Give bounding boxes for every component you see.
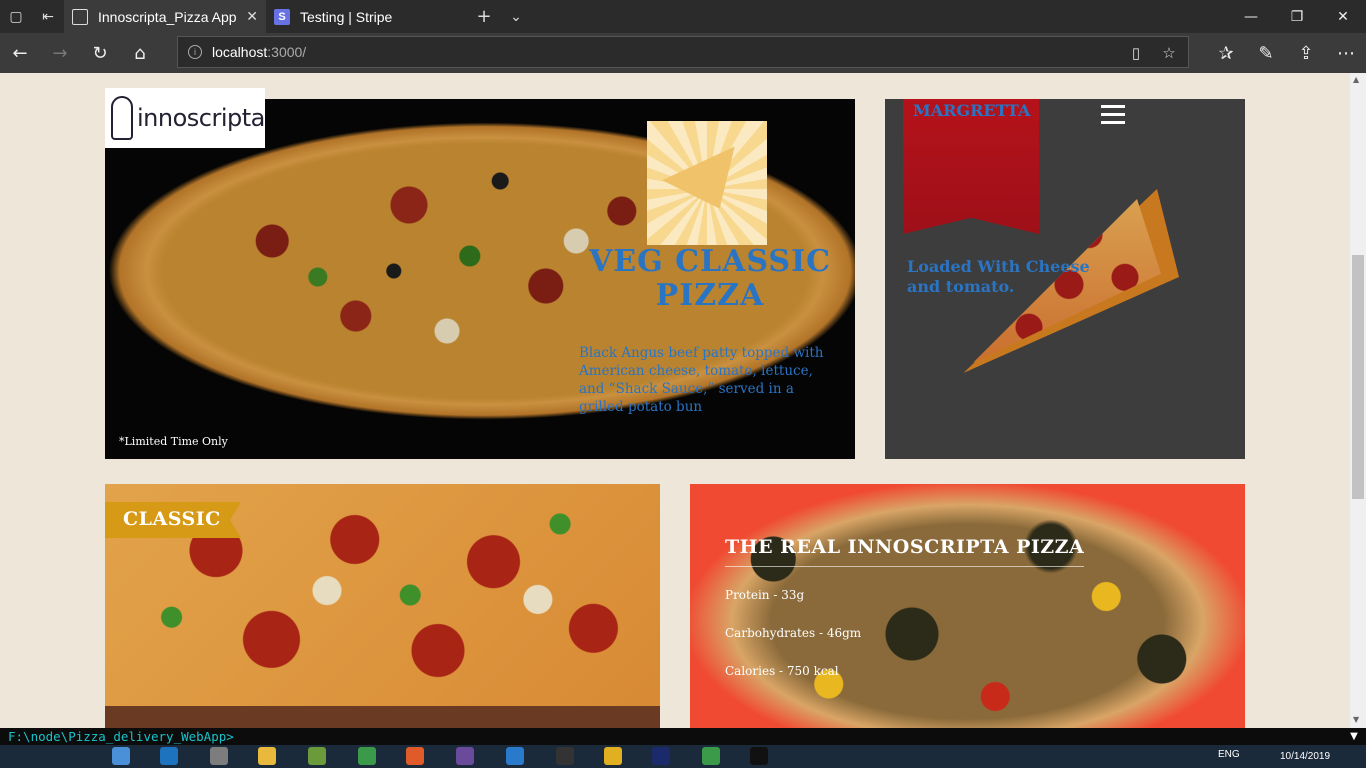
veg-classic-title: VEG CLASSIC PIZZA bbox=[588, 244, 832, 313]
postman-icon[interactable] bbox=[406, 747, 424, 765]
new-tab-icon[interactable]: + bbox=[468, 0, 500, 33]
photoshop-icon[interactable] bbox=[652, 747, 670, 765]
windows-start-icon[interactable] bbox=[112, 747, 130, 765]
pen-icon[interactable]: ✎ bbox=[1246, 33, 1286, 73]
tab-title: Testing | Stripe bbox=[300, 8, 393, 25]
language-indicator[interactable]: ENG bbox=[1218, 749, 1240, 760]
more-icon[interactable]: ⋯ bbox=[1326, 33, 1366, 73]
tab-manager-icon[interactable]: ▢ bbox=[0, 0, 32, 33]
reading-view-icon[interactable]: ▯ bbox=[1126, 43, 1146, 63]
real-pizza-image bbox=[690, 484, 1245, 728]
scroll-down-icon[interactable]: ▼ bbox=[1353, 715, 1359, 724]
bulb-icon bbox=[111, 96, 133, 140]
favorite-star-icon[interactable]: ☆ bbox=[1159, 43, 1179, 63]
terminal-icon[interactable] bbox=[750, 747, 768, 765]
calories-info: Calories - 750 kcal bbox=[725, 664, 839, 678]
page-content: VEG CLASSIC PIZZA Black Angus beef patty… bbox=[0, 73, 1350, 728]
tab-stripe[interactable]: S Testing | Stripe bbox=[266, 0, 466, 33]
logo-text: innoscripta bbox=[137, 104, 265, 132]
scroll-thumb[interactable] bbox=[1352, 255, 1364, 499]
innoscripta-logo[interactable]: innoscripta bbox=[105, 88, 265, 148]
address-bar[interactable]: i localhost:3000/ ▯ ☆ bbox=[177, 36, 1189, 68]
real-pizza-title: THE REAL INNOSCRIPTA PIZZA bbox=[725, 536, 1085, 567]
limited-time-note: *Limited Time Only bbox=[119, 435, 228, 448]
set-aside-tabs-icon[interactable]: ⇤ bbox=[32, 0, 64, 33]
veg-classic-description: Black Angus beef patty topped with Ameri… bbox=[579, 345, 824, 415]
stripe-icon: S bbox=[274, 8, 290, 25]
refresh-icon[interactable]: ↻ bbox=[80, 33, 120, 73]
pizza-slice-thumbnail bbox=[647, 121, 767, 245]
terminal-scroll-icon[interactable]: ▼ bbox=[1342, 728, 1366, 745]
site-info-icon[interactable]: i bbox=[188, 45, 202, 59]
share-icon[interactable]: ⇪ bbox=[1286, 33, 1326, 73]
minimize-icon[interactable]: — bbox=[1228, 0, 1274, 33]
app-icon[interactable] bbox=[210, 747, 228, 765]
protein-info: Protein - 33g bbox=[725, 588, 805, 602]
windows-taskbar: ENG 10/14/2019 bbox=[0, 745, 1366, 768]
url-path: :3000/ bbox=[267, 44, 307, 60]
app-icon[interactable] bbox=[556, 747, 574, 765]
real-innoscripta-card[interactable]: THE REAL INNOSCRIPTA PIZZA Protein - 33g… bbox=[690, 484, 1245, 728]
veg-classic-card[interactable]: VEG CLASSIC PIZZA Black Angus beef patty… bbox=[105, 99, 855, 459]
classic-card[interactable]: CLASSIC bbox=[105, 484, 660, 728]
url-host: localhost bbox=[212, 44, 268, 60]
restore-icon[interactable]: ❐ bbox=[1274, 0, 1320, 33]
browser-tab-bar: ▢ ⇤ Innoscripta_Pizza App ✕ S Testing | … bbox=[0, 0, 1366, 33]
tab-innoscripta[interactable]: Innoscripta_Pizza App ✕ bbox=[64, 0, 266, 33]
vscode-icon[interactable] bbox=[506, 747, 524, 765]
margretta-text: Loaded With Cheese and tomato. bbox=[907, 257, 1090, 296]
margretta-label: MARGRETTA bbox=[913, 101, 1031, 120]
favorites-icon[interactable]: ✰ bbox=[1206, 33, 1246, 73]
page-icon bbox=[72, 8, 88, 25]
node-icon[interactable] bbox=[358, 747, 376, 765]
carbs-info: Carbohydrates - 46gm bbox=[725, 626, 862, 640]
app-icon[interactable] bbox=[308, 747, 326, 765]
margretta-card[interactable]: MARGRETTA Loaded With Cheese and tomato. bbox=[885, 99, 1245, 459]
classic-tag: CLASSIC bbox=[105, 502, 241, 538]
close-window-icon[interactable]: ✕ bbox=[1320, 0, 1366, 33]
tab-title: Innoscripta_Pizza App bbox=[98, 8, 237, 25]
clock-date[interactable]: 10/14/2019 bbox=[1280, 751, 1330, 762]
forward-icon[interactable]: → bbox=[40, 33, 80, 73]
terminal-prompt[interactable]: F:\node\Pizza_delivery_WebApp> bbox=[0, 728, 1342, 745]
close-tab-icon[interactable]: ✕ bbox=[246, 8, 258, 25]
explorer-icon[interactable] bbox=[258, 747, 276, 765]
edge-icon[interactable] bbox=[160, 747, 178, 765]
tab-list-chevron-icon[interactable]: ⌄ bbox=[500, 0, 532, 33]
scroll-up-icon[interactable]: ▲ bbox=[1353, 75, 1359, 84]
page-scrollbar[interactable]: ▲ ▼ bbox=[1350, 73, 1366, 728]
chrome-icon[interactable] bbox=[604, 747, 622, 765]
hamburger-menu-icon[interactable] bbox=[1101, 105, 1125, 125]
home-icon[interactable]: ⌂ bbox=[120, 33, 160, 73]
back-icon[interactable]: ← bbox=[0, 33, 40, 73]
browser-nav-bar: ← → ↻ ⌂ i localhost:3000/ ▯ ☆ ✰ ✎ ⇪ ⋯ bbox=[0, 33, 1366, 73]
node-icon[interactable] bbox=[702, 747, 720, 765]
app-icon[interactable] bbox=[456, 747, 474, 765]
